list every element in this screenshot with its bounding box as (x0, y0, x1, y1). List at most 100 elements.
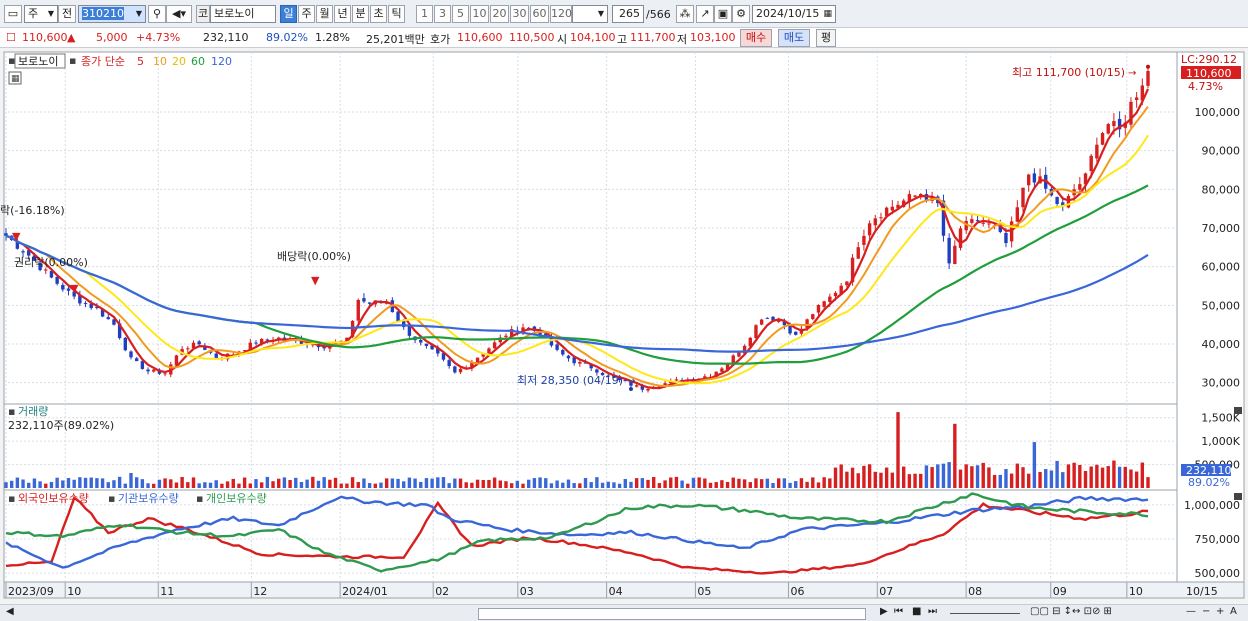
draw-tool-icon[interactable]: ↗ (696, 5, 714, 23)
gear-icon[interactable]: ⚙ (732, 5, 750, 23)
sell-button[interactable]: 매도 (778, 29, 810, 47)
period-button-1[interactable]: 일 (280, 5, 297, 23)
search-icon[interactable]: ⚲ (148, 5, 166, 23)
interval-button-30[interactable]: 30 (510, 5, 529, 23)
interval-button-5[interactable]: 5 (452, 5, 469, 23)
max-arrow-icon: → (1128, 68, 1136, 79)
volume-bar (66, 478, 71, 488)
chevron-down-icon: ▼ (47, 9, 54, 18)
market-badge: 코 (196, 5, 210, 23)
first-icon[interactable]: ⏮ (894, 606, 903, 617)
evaluate-button[interactable]: 평 (816, 29, 836, 47)
holdings-legend-bullet-2: ▪ (108, 492, 115, 505)
stock-name-field[interactable]: 보로노이 (210, 5, 276, 23)
x-axis-label: 2023/09 (8, 585, 54, 598)
volume-bar (947, 462, 951, 488)
checkbox-icon[interactable]: ☐ (6, 31, 16, 44)
volume-bar (470, 482, 474, 488)
period-button-7[interactable]: 틱 (388, 5, 405, 23)
volume-bar (208, 482, 213, 488)
volume-bar (339, 483, 343, 488)
hoga-ask: 110,600 (457, 31, 503, 44)
interval-button-60[interactable]: 60 (530, 5, 549, 23)
candle-body (186, 348, 190, 350)
volume-bar (686, 483, 690, 488)
legend-name: 보로노이 (18, 55, 58, 68)
scroll-right-icon[interactable]: ▶ (880, 606, 888, 617)
candle-body (1100, 133, 1105, 145)
holdings-close-icon[interactable] (1234, 493, 1242, 500)
volume-bar (214, 480, 218, 488)
zoom-slider[interactable] (950, 613, 1020, 614)
buy-button[interactable]: 매수 (740, 29, 772, 47)
volume-bar (333, 477, 338, 488)
scroll-left-icon[interactable]: ◀ (6, 606, 14, 617)
volume-bar (220, 483, 224, 488)
volume-bar (112, 480, 116, 488)
volume-bar (1038, 472, 1042, 488)
layout-icon[interactable]: ▭ (4, 5, 22, 23)
candle-body (356, 299, 360, 321)
interval-button-120[interactable]: 120 (550, 5, 572, 23)
volume-bar (413, 478, 417, 488)
period-button-4[interactable]: 년 (334, 5, 351, 23)
market-select[interactable]: 주 ▼ (24, 5, 58, 23)
prev-button[interactable]: 전 (58, 5, 76, 23)
candle-body (424, 343, 429, 346)
candle-body (254, 342, 258, 344)
scroll-thumb[interactable] (478, 608, 866, 620)
interval-select[interactable]: ▼ (572, 5, 608, 23)
save-icon[interactable]: ▣ (714, 5, 732, 23)
zoom-in-icon[interactable]: + (1216, 606, 1224, 617)
volume-bar (254, 479, 258, 488)
candle-style-icon[interactable]: ⁂ (676, 5, 694, 23)
tool-icons[interactable]: ▢▢ ⊟ ↕↔ ⊡⊘ ⊞ (1030, 606, 1112, 617)
legend-ma-5: 5 (137, 55, 144, 68)
x-axis-label: 05 (697, 585, 711, 598)
last-icon[interactable]: ⏭ (928, 606, 937, 617)
interval-button-1[interactable]: 1 (416, 5, 433, 23)
volume-bar (72, 479, 76, 488)
stock-code-input[interactable]: 310210 ▼ (78, 5, 146, 23)
volume-close-icon[interactable] (1234, 407, 1242, 414)
period-button-5[interactable]: 분 (352, 5, 369, 23)
count-input[interactable]: 265 (612, 5, 644, 23)
volume-bar (197, 483, 201, 488)
period-button-6[interactable]: 초 (370, 5, 387, 23)
interval-button-3[interactable]: 3 (434, 5, 451, 23)
stock-chart[interactable]: 30,000 40,000 50,000 60,000 70,000 80,000 90,0… (0, 48, 1248, 604)
volume-bar (515, 480, 520, 488)
candle-body (362, 298, 366, 302)
interval-button-10[interactable]: 10 (470, 5, 489, 23)
volume-bar (907, 474, 912, 488)
stop-icon[interactable]: ■ (912, 606, 921, 617)
candle-body (83, 303, 88, 305)
lc-label: LC:290.12 (1181, 53, 1237, 66)
candle-body (816, 305, 821, 313)
volume-bar (9, 480, 14, 488)
volume-bar (629, 481, 633, 488)
volume-bar (430, 478, 434, 488)
holdings-panel[interactable] (3, 489, 1178, 583)
speaker-icon[interactable]: ◀▾ (166, 5, 192, 23)
volume-bar (640, 478, 645, 488)
volume-bar (1117, 466, 1122, 488)
period-button-3[interactable]: 월 (316, 5, 333, 23)
interval-button-20[interactable]: 20 (490, 5, 509, 23)
zoom-out-icon-2[interactable]: − (1202, 606, 1210, 617)
font-size-icon[interactable]: A (1230, 606, 1237, 617)
period-button-2[interactable]: 주 (298, 5, 315, 23)
zoom-out-icon[interactable]: — (1186, 606, 1196, 617)
event-marker-icon-3: ▼ (311, 274, 320, 287)
volume-sub: 232,110주(89.02%) (8, 419, 114, 432)
volume-bar (879, 472, 883, 488)
high-label: 고 (617, 33, 628, 46)
volume-bar (896, 412, 900, 488)
price-change: 5,000 (96, 31, 128, 44)
toolbar: ▭ 주 ▼ 전 310210 ▼ ⚲ ◀▾ 코 보로노이 ▼ 265 /566 … (0, 0, 1248, 28)
date-input[interactable]: 2024/10/15 ▦ (752, 5, 836, 23)
volume-bar (919, 473, 923, 488)
event-annotation-rights: 권리락(0.00%) (14, 256, 88, 269)
bottom-scrollbar[interactable]: ◀ ▶ ⏮ ■ ⏭ ▢▢ ⊟ ↕↔ ⊡⊘ ⊞ — − + A (0, 604, 1248, 621)
candle-body (737, 352, 741, 357)
